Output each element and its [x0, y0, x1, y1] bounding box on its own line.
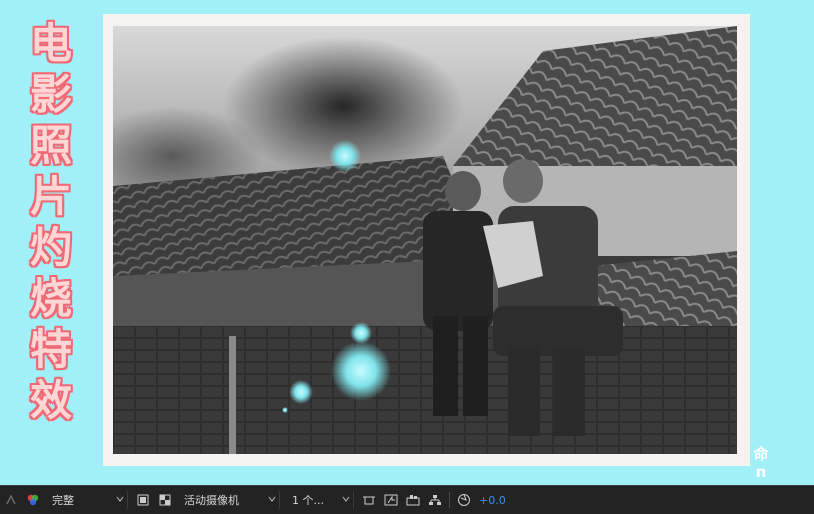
- reset-exposure-icon[interactable]: [455, 491, 473, 509]
- resolution-dropdown[interactable]: 完整: [48, 491, 128, 509]
- vertical-title: 电 影 照 片 灼 烧 特 效: [22, 18, 80, 426]
- title-char: 灼: [29, 223, 72, 272]
- title-char: 影: [29, 70, 72, 119]
- chevron-down-icon: [342, 496, 350, 502]
- camera-value: 活动摄像机: [184, 494, 239, 507]
- composition-viewer: 电 影 照 片 灼 烧 特 效 命 n: [0, 0, 814, 485]
- title-char: 烧: [29, 274, 72, 323]
- title-char: 特: [29, 325, 72, 374]
- toggle-pixel-aspect-icon[interactable]: [360, 491, 378, 509]
- resolution-value: 完整: [52, 494, 74, 507]
- exposure-value[interactable]: +0.0: [479, 494, 506, 507]
- title-char: 照: [29, 121, 72, 170]
- transparency-grid-icon[interactable]: [156, 491, 174, 509]
- corner-watermark: 命 n: [753, 445, 769, 481]
- flowchart-icon[interactable]: [426, 491, 444, 509]
- color-channels-icon[interactable]: [24, 491, 42, 509]
- title-char: 电: [29, 19, 72, 68]
- region-of-interest-icon[interactable]: [134, 491, 152, 509]
- views-value: 1 个...: [292, 494, 324, 507]
- timeline-icon[interactable]: [404, 491, 422, 509]
- viewer-toolbar: 完整 活动摄像机 1 个... +0.0: [0, 485, 814, 514]
- fast-previews-icon[interactable]: [382, 491, 400, 509]
- black-and-white-photo: [113, 26, 737, 454]
- title-char: 片: [29, 172, 72, 221]
- photo-illustration: [113, 26, 737, 454]
- chevron-down-icon: [116, 496, 124, 502]
- chevron-down-icon: [268, 496, 276, 502]
- views-dropdown[interactable]: 1 个...: [288, 491, 354, 509]
- snapshot-icon[interactable]: [2, 491, 20, 509]
- photo-frame: [103, 14, 750, 466]
- camera-dropdown[interactable]: 活动摄像机: [180, 491, 280, 509]
- title-char: 效: [29, 376, 72, 425]
- divider: [449, 492, 450, 508]
